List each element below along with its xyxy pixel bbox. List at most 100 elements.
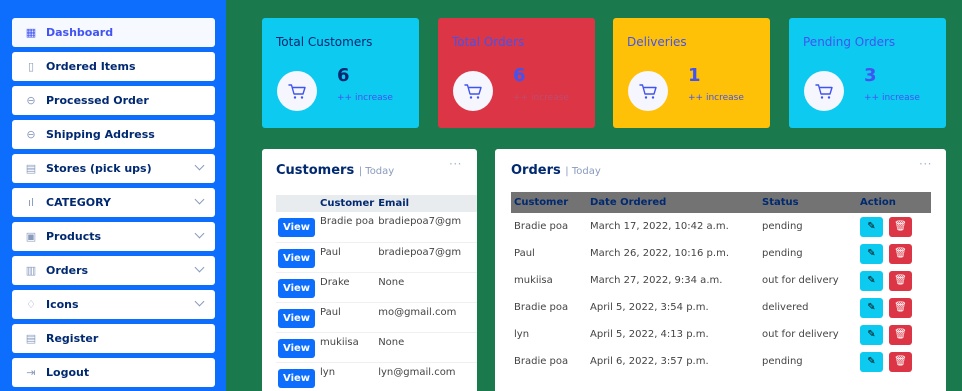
table-row: View Paul mo@gmail.com (276, 302, 477, 333)
customer-name: mukiisa (318, 332, 377, 363)
order-customer: Bradie poa (514, 356, 569, 367)
table-row: mukiisa March 27, 2022, 9:34 a.m. out for … (511, 267, 931, 294)
stat-card: Deliveries 1 ++ increase (613, 18, 770, 128)
stat-card-value: 6 (513, 65, 526, 86)
customers-more-icon[interactable]: ··· (449, 157, 462, 171)
order-status: pending (762, 221, 803, 232)
file-icon: ▯ (27, 60, 35, 73)
view-cell: View (276, 332, 318, 363)
sidebar-item-register[interactable]: ▤ Register (12, 324, 215, 353)
sidebar-item-label: Dashboard (46, 26, 114, 39)
table-row: View mukiisa None (276, 332, 477, 363)
customer-email-text: None (378, 276, 405, 288)
chevron-down-icon[interactable] (194, 296, 205, 307)
sidebar-item-label: Processed Order (46, 94, 149, 107)
stat-card-increase: ++ increase (337, 93, 393, 103)
table-row: Bradie poa April 5, 2022, 3:54 p.m. delive… (511, 294, 931, 321)
orders-title: Orders (511, 163, 561, 178)
sidebar-item-logout[interactable]: ⇥ Logout (12, 358, 215, 387)
table-row: View lyn lyn@gmail.com (276, 362, 477, 391)
table-row: View Drake None (276, 272, 477, 303)
order-actions: ✎ 🗑 (857, 240, 931, 267)
trash-icon[interactable]: 🗑 (889, 270, 912, 291)
cart-icon (453, 71, 493, 111)
customer-name: Paul (318, 302, 377, 333)
edit-icon[interactable]: ✎ (860, 351, 883, 372)
sidebar-item-category[interactable]: ıl CATEGORY (12, 188, 215, 217)
stat-card-value: 6 (337, 65, 350, 86)
stat-card-title: Total Orders (452, 35, 525, 49)
cart-icon (804, 71, 844, 111)
sidebar-item-label: CATEGORY (46, 196, 111, 209)
order-date: April 6, 2022, 3:57 p.m. (590, 356, 709, 367)
customer-email-text: None (378, 336, 405, 348)
table-row: Bradie poa March 17, 2022, 10:42 a.m. pend… (511, 213, 931, 240)
edit-icon[interactable]: ✎ (860, 270, 883, 291)
header-date-ordered: Date Ordered (590, 197, 667, 208)
customer-email-text: bradiepoa7@gm (378, 216, 462, 227)
sidebar-item-products[interactable]: ▣ Products (12, 222, 215, 251)
order-date: March 17, 2022, 10:42 a.m. (590, 221, 729, 232)
trash-icon[interactable]: 🗑 (889, 216, 912, 237)
view-button[interactable]: View (278, 338, 316, 358)
sidebar-item-ordered-items[interactable]: ▯ Ordered Items (12, 52, 215, 81)
stat-card-value: 1 (688, 65, 701, 86)
sidebar-item-stores-pick-ups[interactable]: ▤ Stores (pick ups) (12, 154, 215, 183)
chevron-down-icon[interactable] (194, 160, 205, 171)
edit-icon[interactable]: ✎ (860, 297, 883, 318)
edit-icon[interactable]: ✎ (860, 216, 883, 237)
edit-icon[interactable]: ✎ (860, 243, 883, 264)
customer-name: Drake (318, 272, 377, 303)
order-customer: mukiisa (514, 275, 553, 286)
view-cell: View (276, 362, 318, 391)
customers-panel: Customers | Today ··· Customer Email Vie… (262, 149, 477, 391)
trash-icon[interactable]: 🗑 (889, 351, 912, 372)
view-button[interactable]: View (278, 248, 316, 268)
edit-icon[interactable]: ✎ (860, 324, 883, 345)
stat-card-title: Total Customers (276, 35, 373, 49)
sidebar-item-shipping-address[interactable]: ⊖ Shipping Address (12, 120, 215, 149)
chevron-down-icon[interactable] (194, 262, 205, 273)
orders-more-icon[interactable]: ··· (919, 157, 932, 171)
view-cell: View (276, 212, 318, 243)
sidebar-item-orders[interactable]: ▥ Orders (12, 256, 215, 285)
circle-minus-icon: ⊖ (26, 128, 36, 141)
stat-card-title: Pending Orders (803, 35, 896, 49)
trash-icon[interactable]: 🗑 (889, 243, 912, 264)
orders-table: Customer Date Ordered Status Action Brad… (511, 192, 931, 375)
customers-title: Customers (276, 163, 355, 178)
stat-card-increase: ++ increase (864, 93, 920, 103)
order-status: delivered (762, 302, 809, 313)
view-button[interactable]: View (278, 368, 316, 388)
orders-table-header: Customer Date Ordered Status Action (511, 192, 931, 213)
sidebar-item-dashboard[interactable]: ▦ Dashboard (12, 18, 215, 47)
orders-panel: Orders | Today ··· Customer Date Ordered… (495, 149, 946, 391)
header-email: Email (378, 198, 410, 209)
chevron-down-icon[interactable] (194, 228, 205, 239)
order-customer: Bradie poa (514, 302, 569, 313)
customer-email: None (376, 332, 477, 363)
view-button[interactable]: View (278, 308, 316, 328)
customer-name: Paul (318, 242, 377, 273)
view-cell: View (276, 302, 318, 333)
stat-card-increase: ++ increase (513, 93, 569, 103)
trash-icon[interactable]: 🗑 (889, 297, 912, 318)
header-customer: Customer (320, 198, 375, 209)
customer-email-text: bradiepoa7@gm (378, 246, 462, 258)
trash-icon[interactable]: 🗑 (889, 324, 912, 345)
sidebar-item-processed-order[interactable]: ⊖ Processed Order (12, 86, 215, 115)
header-blank (276, 195, 318, 212)
sidebar: ▦ Dashboard ▯ Ordered Items ⊖ Processed Order… (0, 0, 226, 391)
sidebar-item-icons[interactable]: ♢ Icons (12, 290, 215, 319)
table-row: Paul March 26, 2022, 10:16 p.m. pending ✎ 🗑 (511, 240, 931, 267)
customers-table: Customer Email View Bradie poa bradiepoa7@… (276, 195, 477, 391)
view-button[interactable]: View (278, 278, 316, 298)
customer-email-text: lyn@gmail.com (378, 366, 456, 378)
header-customer: Customer (514, 197, 569, 208)
order-date: March 26, 2022, 10:16 p.m. (590, 248, 729, 259)
table-row: View Bradie poa bradiepoa7@gm (276, 212, 477, 243)
chevron-down-icon[interactable] (194, 194, 205, 205)
order-status: out for delivery (762, 275, 839, 286)
view-button[interactable]: View (278, 218, 316, 237)
stat-card-title: Deliveries (627, 35, 687, 49)
